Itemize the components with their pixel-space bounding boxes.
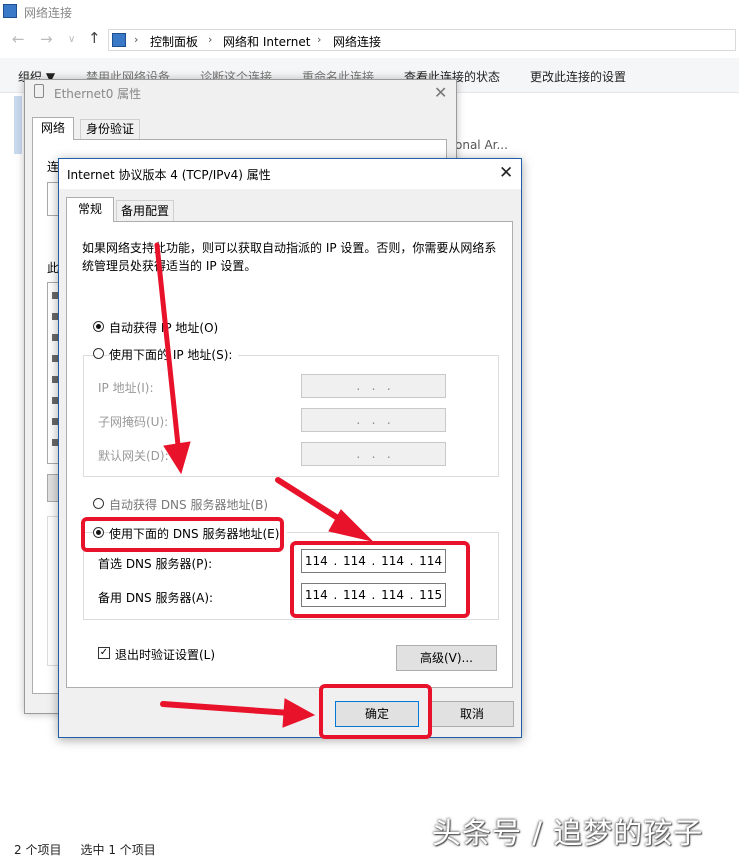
arrow-down-shaft: [154, 242, 181, 448]
annotation-arrows: [154, 242, 374, 728]
tab-general[interactable]: 常规: [66, 197, 114, 222]
watermark-text: 头条号 / 追梦的孩子: [432, 816, 704, 850]
arrow-down-head: [163, 441, 191, 475]
arrow-ok-head: [282, 698, 316, 728]
arrow-ok-shaft: [160, 701, 293, 716]
